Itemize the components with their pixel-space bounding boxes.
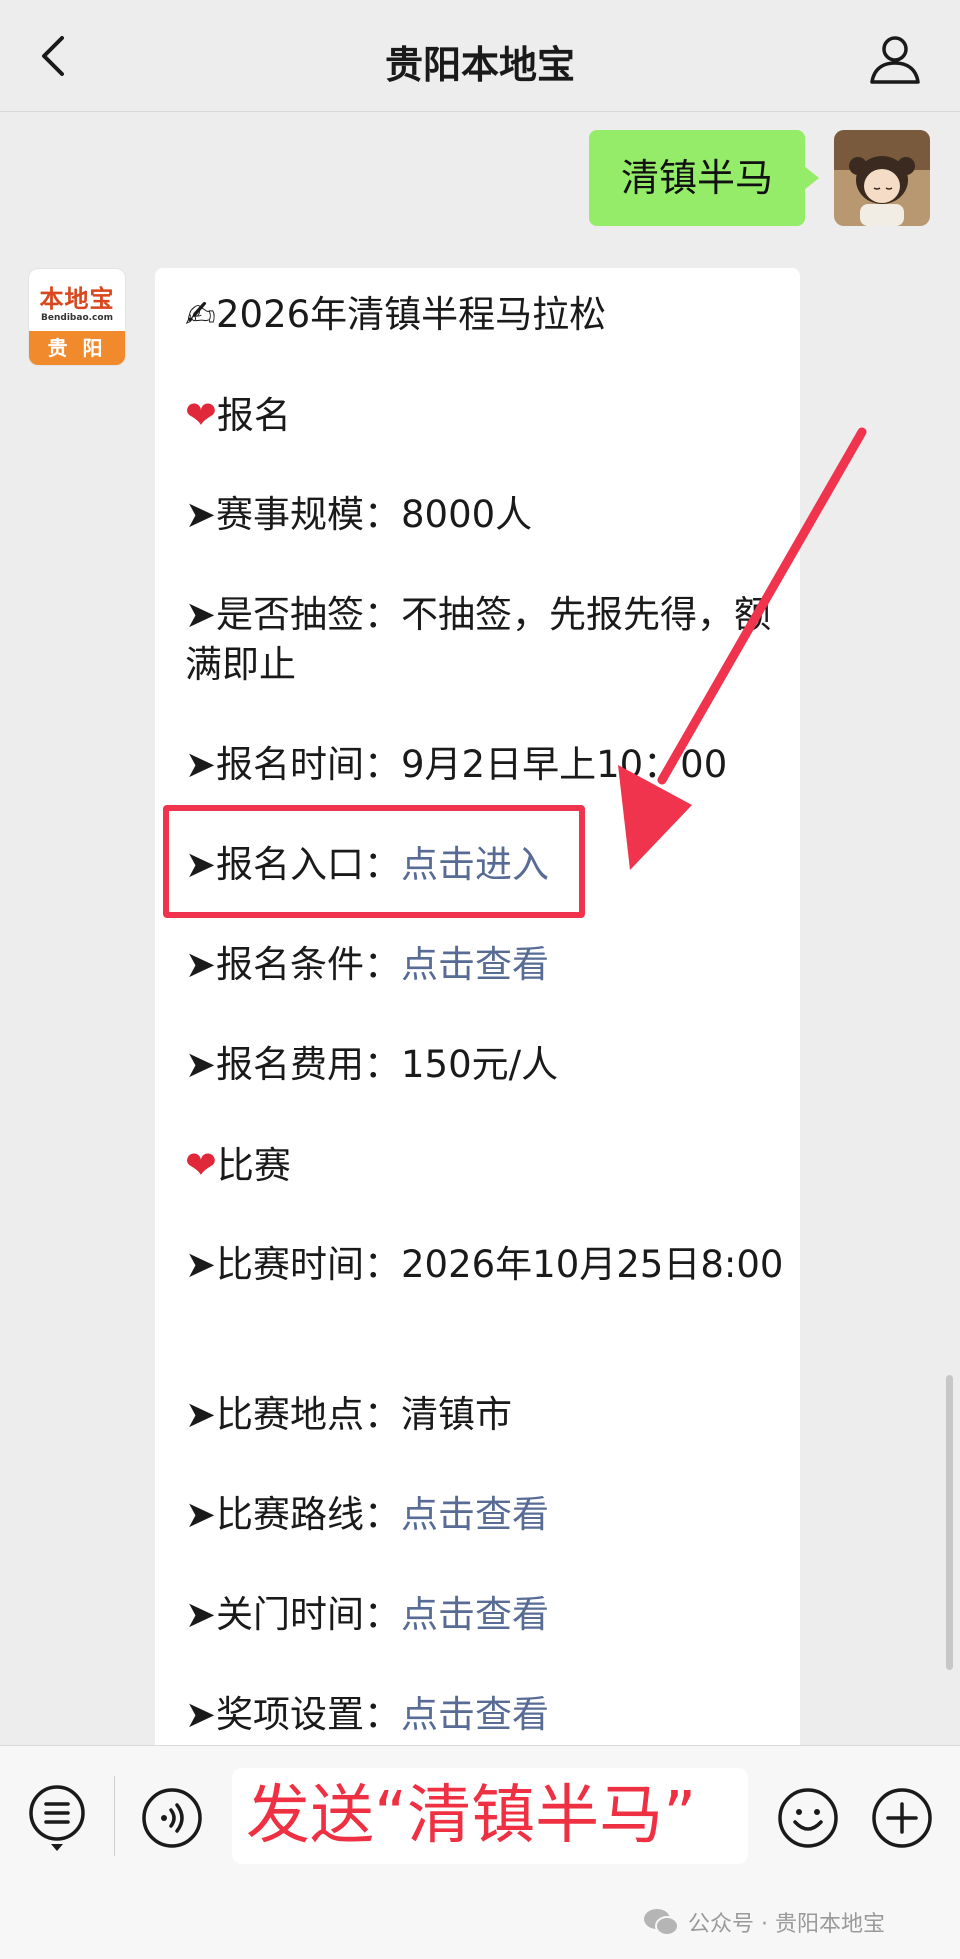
heart-icon: ❤ [185,393,217,437]
user-avatar-image [834,130,930,226]
info-row-route: ➤比赛路线：点击查看 [185,1490,785,1540]
message-input[interactable]: 发送“清镇半马” [232,1768,748,1864]
info-row-reg-cond: ➤报名条件：点击查看 [185,940,785,990]
info-value: 清镇市 [401,1393,513,1436]
input-bar: 发送“清镇半马” 公众号 · 贵阳本地宝 [0,1745,960,1959]
info-label: ➤比赛时间： [185,1243,402,1286]
scrollbar[interactable] [946,1375,953,1670]
reg-cond-link[interactable]: 点击查看 [401,943,549,986]
highlight-box [163,805,585,918]
info-label: ➤奖项设置： [185,1693,402,1736]
watermark-text: 公众号 · 贵阳本地宝 [688,1912,885,1937]
bot-avatar[interactable]: 本地宝 Bendibao.com 贵 阳 [28,268,126,366]
page-title: 贵阳本地宝 [384,43,575,87]
menu-list-icon[interactable] [26,1782,88,1854]
nav-bar: 贵阳本地宝 [0,0,960,112]
info-label: ➤比赛路线： [185,1493,402,1536]
logo-text: 本地宝 [39,284,115,313]
heart-icon: ❤ [185,1143,217,1187]
info-label: ➤报名时间： [185,743,402,786]
info-label: ➤比赛地点： [185,1393,402,1436]
info-row-race-place: ➤比赛地点：清镇市 [185,1390,785,1440]
info-row-reg-fee: ➤报名费用：150元/人 [185,1040,785,1090]
info-label: ➤关门时间： [185,1593,402,1636]
info-value: 8000人 [401,493,533,536]
info-value: 2026年10月25日8:00 [401,1243,784,1286]
info-label: ➤是否抽签： [185,593,402,636]
close-time-link[interactable]: 点击查看 [401,1593,549,1636]
emoji-icon[interactable] [776,1786,840,1850]
awards-link[interactable]: 点击查看 [401,1693,549,1736]
user-avatar[interactable] [834,130,930,226]
info-row-race-time: ➤比赛时间：2026年10月25日8:00 [185,1240,785,1290]
info-row-awards: ➤奖项设置：点击查看 [185,1690,785,1740]
logo-url-text: Bendibao.com [41,313,113,323]
plus-icon[interactable] [870,1786,934,1850]
article-title: ✍2026年清镇半程马拉松 [185,293,607,336]
watermark: 公众号 · 贵阳本地宝 [642,1904,885,1940]
divider [114,1776,115,1856]
voice-icon[interactable] [140,1786,204,1850]
wechat-icon [644,1909,679,1936]
outgoing-message-bubble[interactable]: 清镇半马 [588,130,820,226]
profile-icon[interactable] [866,30,924,88]
logo-city-text: 贵 阳 [29,331,125,365]
info-label: ➤报名条件： [185,943,402,986]
info-row-close-time: ➤关门时间：点击查看 [185,1590,785,1640]
info-label: ➤赛事规模： [185,493,402,536]
info-value: 150元/人 [401,1043,559,1086]
section-heading-race: ❤比赛 [185,1143,291,1187]
pointer-arrow-icon [618,427,867,870]
info-label: ➤报名费用： [185,1043,402,1086]
route-link[interactable]: 点击查看 [401,1493,549,1536]
